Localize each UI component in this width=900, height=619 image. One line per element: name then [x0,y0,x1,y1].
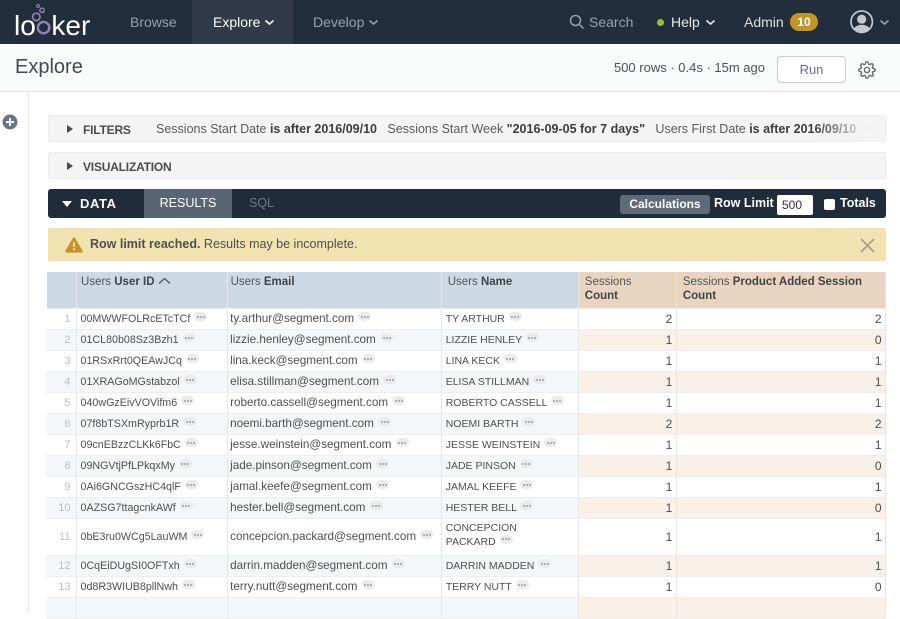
svg-text:ker: ker [51,10,90,41]
